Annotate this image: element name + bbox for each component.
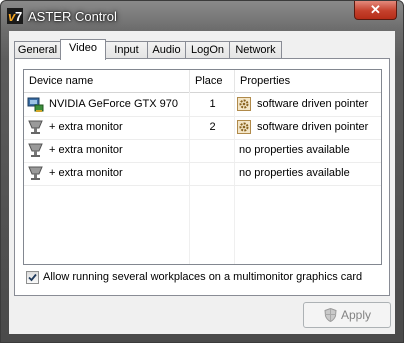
gpu-card-icon: [27, 97, 44, 112]
device-row[interactable]: + extra monitor no properties available: [24, 162, 381, 186]
column-device-name[interactable]: Device name: [24, 70, 190, 92]
apply-button[interactable]: Apply: [303, 302, 391, 328]
tab-audio[interactable]: Audio: [147, 41, 186, 59]
close-button[interactable]: ✕: [354, 1, 397, 20]
tab-logon[interactable]: LogOn: [185, 41, 230, 59]
settings-gear-icon[interactable]: [237, 120, 251, 134]
device-place: 2: [209, 121, 216, 133]
apply-label: Apply: [341, 308, 372, 322]
uac-shield-icon: [324, 308, 337, 322]
device-row[interactable]: + extra monitor 2 software driven pointe…: [24, 116, 381, 140]
checkmark-icon: [28, 273, 37, 282]
device-properties: software driven pointer: [257, 121, 369, 133]
column-place[interactable]: Place: [190, 70, 235, 92]
device-list-header: Device name Place Properties: [24, 70, 381, 93]
device-name: + extra monitor: [49, 144, 123, 156]
monitor-icon: [28, 166, 43, 180]
multimonitor-checkbox[interactable]: [26, 271, 39, 284]
device-name: + extra monitor: [49, 121, 123, 133]
tab-video[interactable]: Video: [60, 39, 106, 60]
video-tab-panel: Device name Place Properties NVIDIA GeFo…: [14, 58, 390, 296]
device-properties: software driven pointer: [257, 98, 369, 110]
device-name: + extra monitor: [49, 167, 123, 179]
tab-network[interactable]: Network: [229, 41, 282, 59]
settings-gear-icon[interactable]: [237, 97, 251, 111]
device-row[interactable]: + extra monitor no properties available: [24, 139, 381, 163]
aster-control-window: v 7 ASTER Control ✕ General Video Input …: [0, 0, 404, 343]
device-name: NVIDIA GeForce GTX 970: [49, 98, 178, 110]
window-title: ASTER Control: [28, 9, 117, 24]
multimonitor-label[interactable]: Allow running several workplaces on a mu…: [43, 271, 362, 283]
tab-general[interactable]: General: [14, 41, 61, 59]
device-properties: no properties available: [239, 167, 350, 179]
monitor-icon: [28, 120, 43, 134]
device-list[interactable]: Device name Place Properties NVIDIA GeFo…: [23, 69, 382, 265]
tab-input[interactable]: Input: [105, 41, 148, 59]
aster-logo-icon: v 7: [7, 8, 23, 24]
monitor-icon: [28, 143, 43, 157]
title-bar[interactable]: v 7 ASTER Control ✕: [1, 1, 403, 31]
device-place: 1: [209, 98, 216, 110]
dialog-client-area: General Video Input Audio LogOn Network …: [9, 31, 395, 334]
column-properties[interactable]: Properties: [235, 70, 381, 92]
device-properties: no properties available: [239, 144, 350, 156]
svg-text:7: 7: [15, 9, 22, 24]
device-row[interactable]: NVIDIA GeForce GTX 970 1 software driven…: [24, 93, 381, 117]
